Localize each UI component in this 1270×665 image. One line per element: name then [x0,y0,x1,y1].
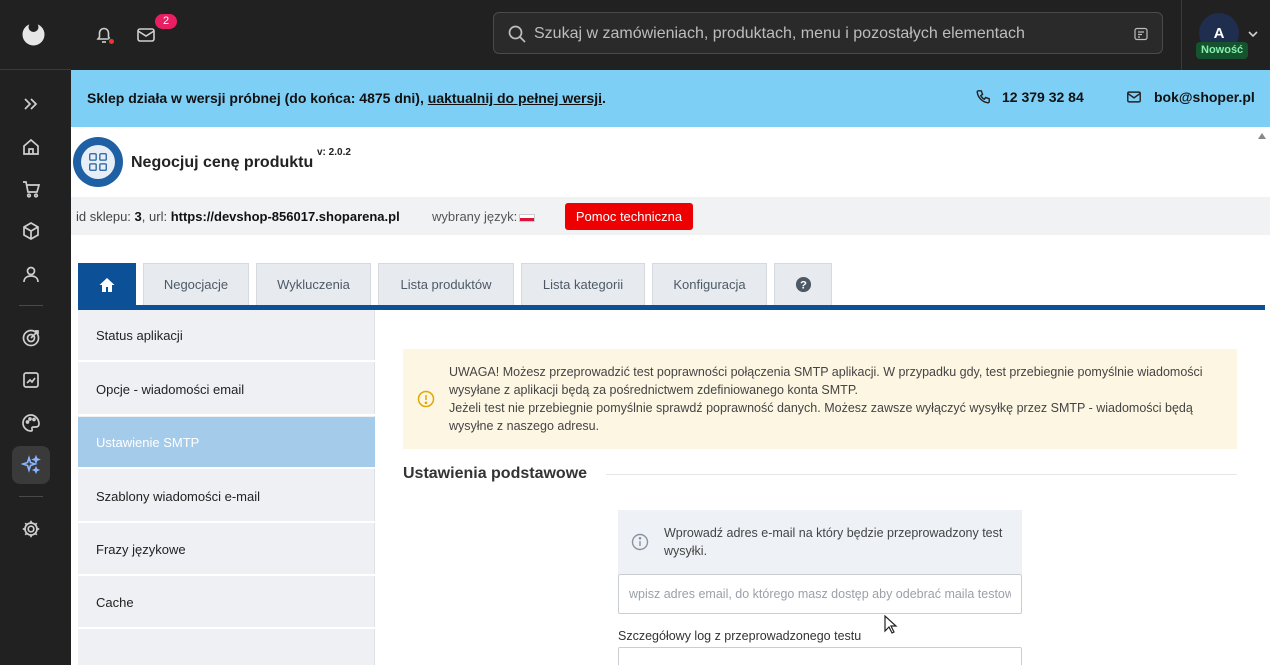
notifications-bell-icon[interactable] [93,24,115,46]
shoper-logo-icon[interactable] [21,21,46,46]
expand-icon[interactable] [18,91,44,117]
shop-info: id sklepu: 3, url: https://devshop-85601… [76,209,400,224]
menu-item-language-phrases[interactable]: Frazy językowe [78,524,375,576]
app-logo [73,137,123,187]
info-icon [631,533,649,551]
left-rail [0,0,71,665]
user-icon[interactable] [18,261,44,287]
shop-info-bar: id sklepu: 3, url: https://devshop-85601… [71,197,1270,235]
app-panel: Negocjuj cenę produktu v: 2.0.2 id sklep… [71,127,1270,665]
global-search[interactable] [493,12,1163,54]
tech-support-button[interactable]: Pomoc techniczna [565,203,693,230]
stats-chart-icon[interactable] [18,367,44,393]
rail-divider [19,305,43,306]
new-badge: Nowość [1196,42,1249,59]
marketing-target-icon[interactable] [18,325,44,351]
poland-flag-icon[interactable] [519,213,536,222]
language-label: wybrany język: [432,209,518,224]
svg-text:?: ? [800,279,807,291]
settings-gear-icon[interactable] [18,516,44,542]
app-version: v: 2.0.2 [317,147,351,158]
mail-count-badge: 2 [155,14,177,29]
rail-divider [19,496,43,497]
tab-category-list[interactable]: Lista kategorii [521,263,645,305]
support-email[interactable]: bok@shoper.pl [1126,89,1255,105]
notification-dot [108,38,115,45]
search-input[interactable] [534,21,1114,47]
tab-help[interactable]: ? [774,263,832,305]
mail-icon [1127,91,1141,103]
tab-home[interactable] [78,263,136,305]
home-icon[interactable] [18,134,44,160]
palette-icon[interactable] [18,410,44,436]
shop-id: 3 [134,209,142,224]
test-log-label: Szczegółowy log z przeprowadzonego testu [618,629,862,643]
warning-info-icon [417,390,435,408]
trial-text: Sklep działa w wersji próbnej (do końca:… [87,90,428,106]
menu-item-email-options[interactable]: Opcje - wiadomości email [78,364,375,416]
phone-number: 12 379 32 84 [1002,89,1084,105]
test-log-textarea[interactable] [618,647,1022,665]
shop-id-label: id sklepu: [76,209,135,224]
chevron-down-icon[interactable] [1247,28,1259,40]
messages-mail-icon[interactable]: 2 [135,14,177,46]
tab-product-list[interactable]: Lista produktów [378,263,514,305]
test-email-input[interactable] [618,574,1022,614]
phone-icon [976,90,990,104]
language-indicator: wybrany język: [432,209,536,224]
side-menu: Status aplikacji Opcje - wiadomości emai… [78,310,375,665]
app-header: Negocjuj cenę produktu v: 2.0.2 [71,127,1270,197]
warning-line-2: Jeżeli test nie przebiegnie pomyślnie sp… [449,401,1193,433]
search-icon [508,25,526,43]
upgrade-link[interactable]: uaktualnij do pełnej wersji [428,90,602,106]
shop-url: https://devshop-856017.shoparena.pl [170,209,400,224]
menu-item-app-status[interactable]: Status aplikacji [78,310,375,362]
topbar-divider [1181,0,1182,70]
rail-separator [0,69,71,70]
keyboard-shortcut-icon [1134,27,1148,41]
smtp-content: UWAGA! Możesz przeprowadzić test poprawn… [376,310,1265,665]
app-title: Negocjuj cenę produktu [131,154,314,171]
email-address: bok@shoper.pl [1154,89,1255,105]
trial-suffix: . [602,90,606,106]
tab-exclusions[interactable]: Wykluczenia [256,263,371,305]
product-box-icon[interactable] [18,218,44,244]
section-title: Ustawienia podstawowe [403,465,588,482]
test-info-text: Wprowadź adres e-mail na który będzie pr… [664,526,1003,558]
apps-sparkle-icon[interactable] [12,446,50,484]
test-info-box: Wprowadź adres e-mail na który będzie pr… [618,510,1022,574]
question-mark-icon: ? [795,276,811,293]
warning-line-1: UWAGA! Możesz przeprowadzić test poprawn… [449,365,1203,397]
tab-configuration[interactable]: Konfiguracja [652,263,767,305]
tab-negotiations[interactable]: Negocjacje [143,263,249,305]
support-phone[interactable]: 12 379 32 84 [975,89,1084,105]
menu-item-smtp-settings[interactable]: Ustawienie SMTP [78,417,375,469]
url-label: , url: [141,209,171,224]
home-icon [99,277,115,292]
top-bar: 2 A Nowość [71,0,1270,70]
mouse-cursor-icon [884,615,898,634]
section-divider [606,474,1237,475]
menu-item-cache[interactable]: Cache [78,577,375,629]
trial-banner: Sklep działa w wersji próbnej (do końca:… [71,70,1270,127]
negotiate-people-icon [89,153,107,171]
trial-message: Sklep działa w wersji próbnej (do końca:… [87,90,606,106]
menu-item-email-templates[interactable]: Szablony wiadomości e-mail [78,471,375,523]
cart-icon[interactable] [18,176,44,202]
warning-text: UWAGA! Możesz przeprowadzić test poprawn… [449,363,1229,435]
scroll-up-arrow-icon[interactable] [1258,133,1266,139]
smtp-warning-alert: UWAGA! Możesz przeprowadzić test poprawn… [403,349,1237,449]
